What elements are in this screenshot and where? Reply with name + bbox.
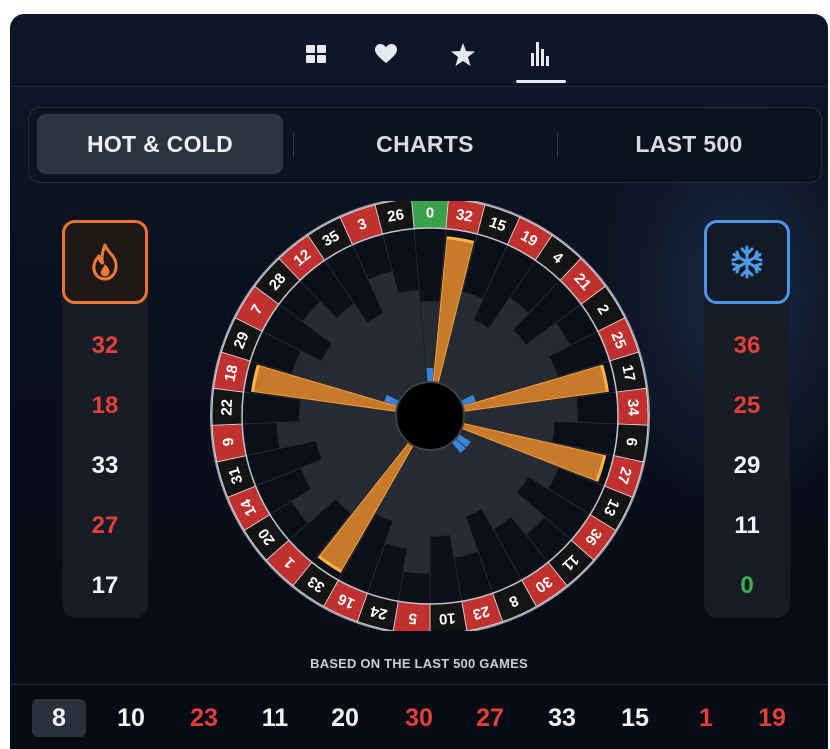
- hot-number: 18: [91, 392, 119, 419]
- result-number: 19: [758, 703, 786, 732]
- tab-last-500[interactable]: LAST 500: [565, 114, 813, 174]
- pocket-number: 22: [218, 399, 236, 416]
- cold-number: 25: [733, 392, 761, 419]
- hot-number: 33: [91, 452, 119, 479]
- statistics-panel: HOT & COLD CHARTS LAST 500 32 18 33 27 1…: [10, 14, 828, 749]
- active-tab-indicator: [516, 80, 566, 83]
- recent-results-bar: 8 10 23 11 20 30 27 33 15 1 19: [10, 684, 828, 749]
- hot-number: 32: [91, 332, 119, 359]
- result-number: 30: [405, 703, 433, 732]
- result-number: 1: [699, 703, 713, 732]
- result-number: 8: [32, 699, 86, 737]
- result-number: 23: [190, 703, 218, 732]
- cold-number: 36: [733, 332, 761, 359]
- view-tabs: HOT & COLD CHARTS LAST 500: [28, 107, 822, 183]
- hot-number: 17: [91, 572, 119, 599]
- cold-number: 11: [734, 512, 760, 539]
- result-number: 15: [621, 703, 649, 732]
- heart-icon[interactable]: [366, 34, 406, 74]
- cold-number: 0: [740, 572, 754, 599]
- fire-icon: [62, 220, 148, 304]
- result-number: 27: [476, 703, 504, 732]
- cold-wedge: [426, 368, 434, 383]
- pocket-number: 5: [408, 609, 418, 627]
- frequency-bars: [242, 228, 618, 604]
- tab-charts[interactable]: CHARTS: [301, 114, 549, 174]
- pocket-number: 32: [455, 206, 474, 226]
- hot-numbers-column: 32 18 33 27 17: [62, 220, 148, 618]
- hot-number: 27: [91, 512, 119, 539]
- result-number: 20: [331, 703, 359, 732]
- cold-number: 29: [733, 452, 761, 479]
- result-number: 33: [548, 703, 576, 732]
- star-icon[interactable]: [443, 34, 483, 74]
- tab-divider: [293, 132, 294, 158]
- result-number: 10: [117, 703, 145, 732]
- pocket-number: 17: [618, 363, 638, 383]
- tab-hot-and-cold[interactable]: HOT & COLD: [37, 114, 283, 174]
- cold-numbers-column: 36 25 29 11 0: [704, 220, 790, 618]
- pocket-number: 26: [386, 206, 405, 226]
- stats-icon[interactable]: [520, 34, 560, 74]
- pocket-number: 18: [221, 363, 241, 383]
- pocket-number: 10: [438, 609, 456, 627]
- pocket-number: 0: [426, 205, 434, 222]
- top-icon-bar: [10, 14, 828, 87]
- roulette-wheel-chart: 0 32 1519421225173462713361130823105241633…: [210, 201, 650, 631]
- result-number: 11: [261, 703, 289, 732]
- snowflake-icon: [704, 220, 790, 304]
- footnote: BASED ON THE LAST 500 GAMES: [310, 656, 528, 671]
- grid-icon[interactable]: [296, 34, 336, 74]
- pocket-number: 34: [624, 399, 642, 417]
- tab-divider: [557, 132, 558, 158]
- wheel-center: [395, 381, 465, 451]
